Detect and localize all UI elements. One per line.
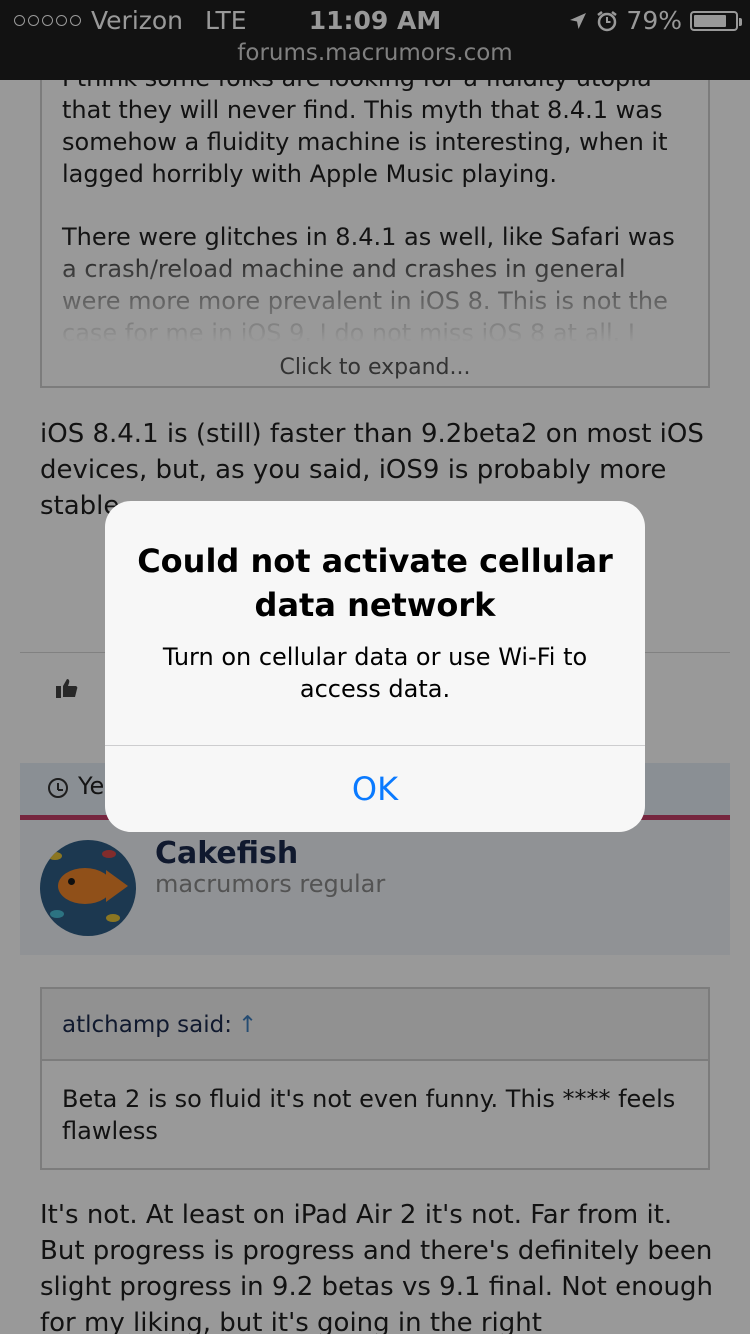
alert-dialog: Could not activate cellular data network… [105,501,645,832]
alert-message: Turn on cellular data or use Wi-Fi to ac… [162,643,588,703]
ok-button[interactable]: OK [105,746,645,832]
alert-title: Could not activate cellular data network [137,542,613,624]
